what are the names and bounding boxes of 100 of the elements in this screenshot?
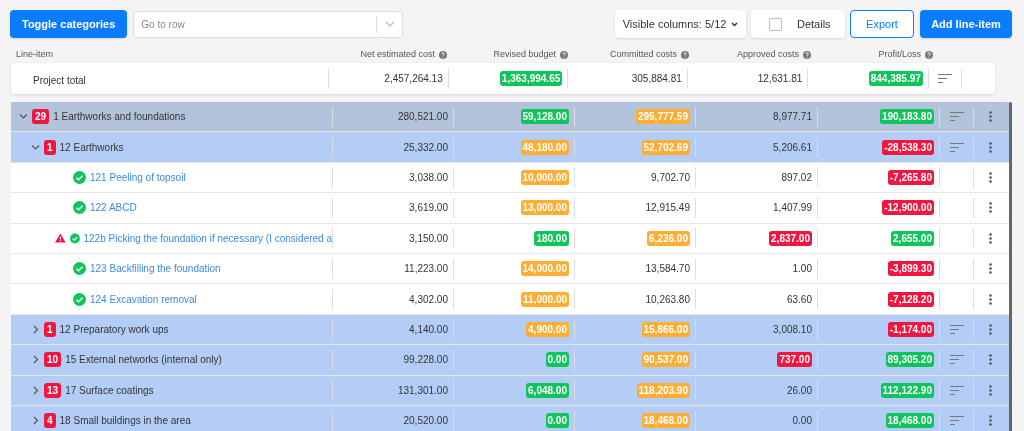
amount-cell: 18,468.00 (641, 413, 690, 429)
more-options-icon[interactable] (989, 293, 992, 305)
line-item-row[interactable]: 124 Excavation removal 4,302.00 11,000.00 10,263.80 63.60 -7,128.20 (11, 284, 1009, 315)
category-row[interactable]: 4 18 Small buildings in the area 20,520.00 0.00 18,468.00 0.00 18,468.00 (11, 405, 1009, 431)
line-item-link[interactable]: 123 Backfilling the foundation (90, 261, 221, 277)
amount-cell: 112,122.90 (880, 382, 934, 398)
amount-cell-text: 131,301.00 (397, 383, 448, 398)
amount-cell-text: 10,263.80 (645, 292, 690, 307)
column-header[interactable]: Line-item (16, 48, 53, 62)
more-options-icon[interactable] (989, 171, 992, 183)
category-name: 12 Preparatory work ups (59, 322, 169, 337)
column-header[interactable]: Committed costs (609, 48, 677, 62)
amount-cell: 6,236.00 (647, 230, 690, 246)
amount-cell-text: 3,038.00 (409, 170, 448, 185)
amount-cell-text: 26.00 (786, 383, 812, 398)
category-name: 18 Small buildings in the area (59, 414, 191, 429)
line-item-link[interactable]: 122 ABCD (90, 200, 137, 216)
amount-cell: 90,537.00 (641, 352, 690, 368)
chevron-right-icon[interactable] (31, 416, 40, 426)
more-options-icon[interactable] (989, 232, 992, 244)
amount-cell: 6,048.00 (526, 382, 569, 398)
amount-cell: 190,183.80 (879, 109, 934, 125)
amount-cell-text: 3,008.10 (773, 322, 812, 337)
toggle-categories-button[interactable]: Toggle categories (10, 10, 128, 38)
count-badge: 29 (32, 109, 50, 125)
amount-cell: 10,000.00 (520, 169, 569, 185)
count-badge: 1 (44, 321, 56, 337)
amount-cell: 737.00 (777, 352, 812, 368)
chevron-right-icon[interactable] (31, 385, 40, 395)
sort-icon[interactable] (949, 142, 964, 152)
amount-cell-text: 3,150.00 (409, 231, 448, 246)
details-label: Details (797, 16, 831, 32)
amount-cell: 52,702.69 (641, 139, 690, 155)
column-header[interactable]: Net estimated cost (360, 48, 435, 62)
amount-cell-text: 1,407.99 (773, 201, 812, 216)
amount-cell: 14,000.00 (520, 261, 569, 277)
column-header[interactable]: Approved costs (736, 48, 799, 62)
more-options-icon[interactable] (989, 141, 992, 153)
amount-cell-text: 8,977.71 (773, 110, 812, 125)
more-options-icon[interactable] (989, 263, 992, 275)
details-toggle[interactable]: Details (751, 10, 845, 38)
amount-cell: 4,900.00 (526, 321, 569, 337)
column-header[interactable]: Profit/Loss (878, 48, 921, 62)
go-to-row-field[interactable]: Go to row (133, 10, 404, 38)
help-icon (803, 51, 811, 59)
chevron-right-icon[interactable] (31, 324, 40, 334)
amount-cell-text: 4,302.00 (409, 292, 448, 307)
help-icon (925, 51, 933, 59)
sort-icon[interactable] (949, 355, 964, 365)
column-header[interactable]: Revised budget (493, 48, 556, 62)
line-item-row[interactable]: 123 Backfilling the foundation 11,223.00 14,000.00 13,584.70 1.00 -3,899.30 (11, 253, 1009, 285)
line-item-link[interactable]: 124 Excavation removal (90, 291, 197, 307)
amount-cell-text: 2,457,264.13 (384, 72, 443, 86)
amount-cell-text: 897.02 (781, 170, 812, 185)
line-item-row[interactable]: 121 Peeling of topsoil 3,038.00 10,000.00 9,702.70 897.02 -7,265.80 (11, 162, 1009, 194)
line-item-row[interactable]: 122b Picking the foundation if necessary (I considered a 3,150.00 180.00 6,236.00 2,837.00 2,655.00 (11, 223, 1009, 254)
add-line-item-button[interactable]: Add line-item (920, 10, 1012, 38)
sort-icon[interactable] (949, 416, 964, 426)
sort-icon[interactable] (938, 74, 953, 83)
amount-cell: 2,655.00 (891, 230, 934, 246)
more-options-icon[interactable] (989, 354, 992, 366)
amount-cell: 48,180.00 (520, 139, 569, 155)
more-options-icon[interactable] (989, 111, 992, 123)
amount-cell: 1,363,994.65 (499, 71, 563, 86)
more-options-icon[interactable] (989, 323, 992, 335)
amount-cell-text: 1.00 (792, 262, 812, 277)
category-row[interactable]: 1 12 Earthworks 25,332.00 48,180.00 52,702.69 5,206.61 -28,538.30 (11, 132, 1009, 163)
amount-cell-text: 20,520.00 (403, 414, 448, 429)
count-badge: 10 (44, 352, 62, 368)
line-item-row[interactable]: 122 ABCD 3,619.00 13,000.00 12,915.49 1,407.99 -12,900.00 (11, 193, 1009, 224)
amount-cell: 13,000.00 (520, 200, 569, 216)
sort-icon[interactable] (949, 324, 964, 334)
line-item-link[interactable]: 122b Picking the foundation if necessary (I considered a (83, 230, 332, 246)
project-total-label: Project total (33, 74, 86, 86)
amount-cell: -3,899.30 (887, 261, 934, 277)
amount-cell: 295,777.59 (635, 109, 690, 125)
amount-cell: 15,866.00 (641, 321, 690, 337)
category-row[interactable]: 1 12 Preparatory work ups 4,140.00 4,900.00 15,866.00 3,008.10 -1,174.00 (11, 314, 1009, 346)
sort-icon[interactable] (949, 385, 964, 395)
amount-cell: -1,174.00 (887, 321, 934, 337)
chevron-down-icon[interactable] (19, 112, 28, 122)
category-row[interactable]: 13 17 Surface coatings 131,301.00 6,048.00 118,203.90 26.00 112,122.90 (11, 375, 1009, 406)
visible-columns-dropdown[interactable]: Visible columns: 5/12 (615, 10, 746, 38)
more-options-icon[interactable] (989, 384, 992, 396)
line-item-link[interactable]: 121 Peeling of topsoil (90, 169, 186, 185)
export-button[interactable]: Export (850, 10, 914, 38)
details-checkbox[interactable] (769, 17, 782, 31)
chevron-down-icon[interactable] (31, 142, 40, 152)
amount-cell: 118,203.90 (636, 382, 690, 398)
amount-cell: 844,385.97 (868, 71, 923, 86)
help-icon (681, 51, 689, 59)
amount-cell: -7,265.80 (887, 169, 934, 185)
chevron-right-icon[interactable] (31, 355, 40, 365)
more-options-icon[interactable] (989, 415, 992, 427)
amount-cell-text: 11,223.00 (404, 262, 448, 277)
more-options-icon[interactable] (989, 202, 992, 214)
amount-cell-text: 3,619.00 (409, 201, 448, 216)
scrollbar[interactable] (1009, 102, 1012, 431)
sort-icon[interactable] (949, 112, 964, 122)
category-row[interactable]: 10 15 External networks (internal only) 99,228.00 0.00 90,537.00 737.00 89,305.20 (11, 345, 1009, 376)
